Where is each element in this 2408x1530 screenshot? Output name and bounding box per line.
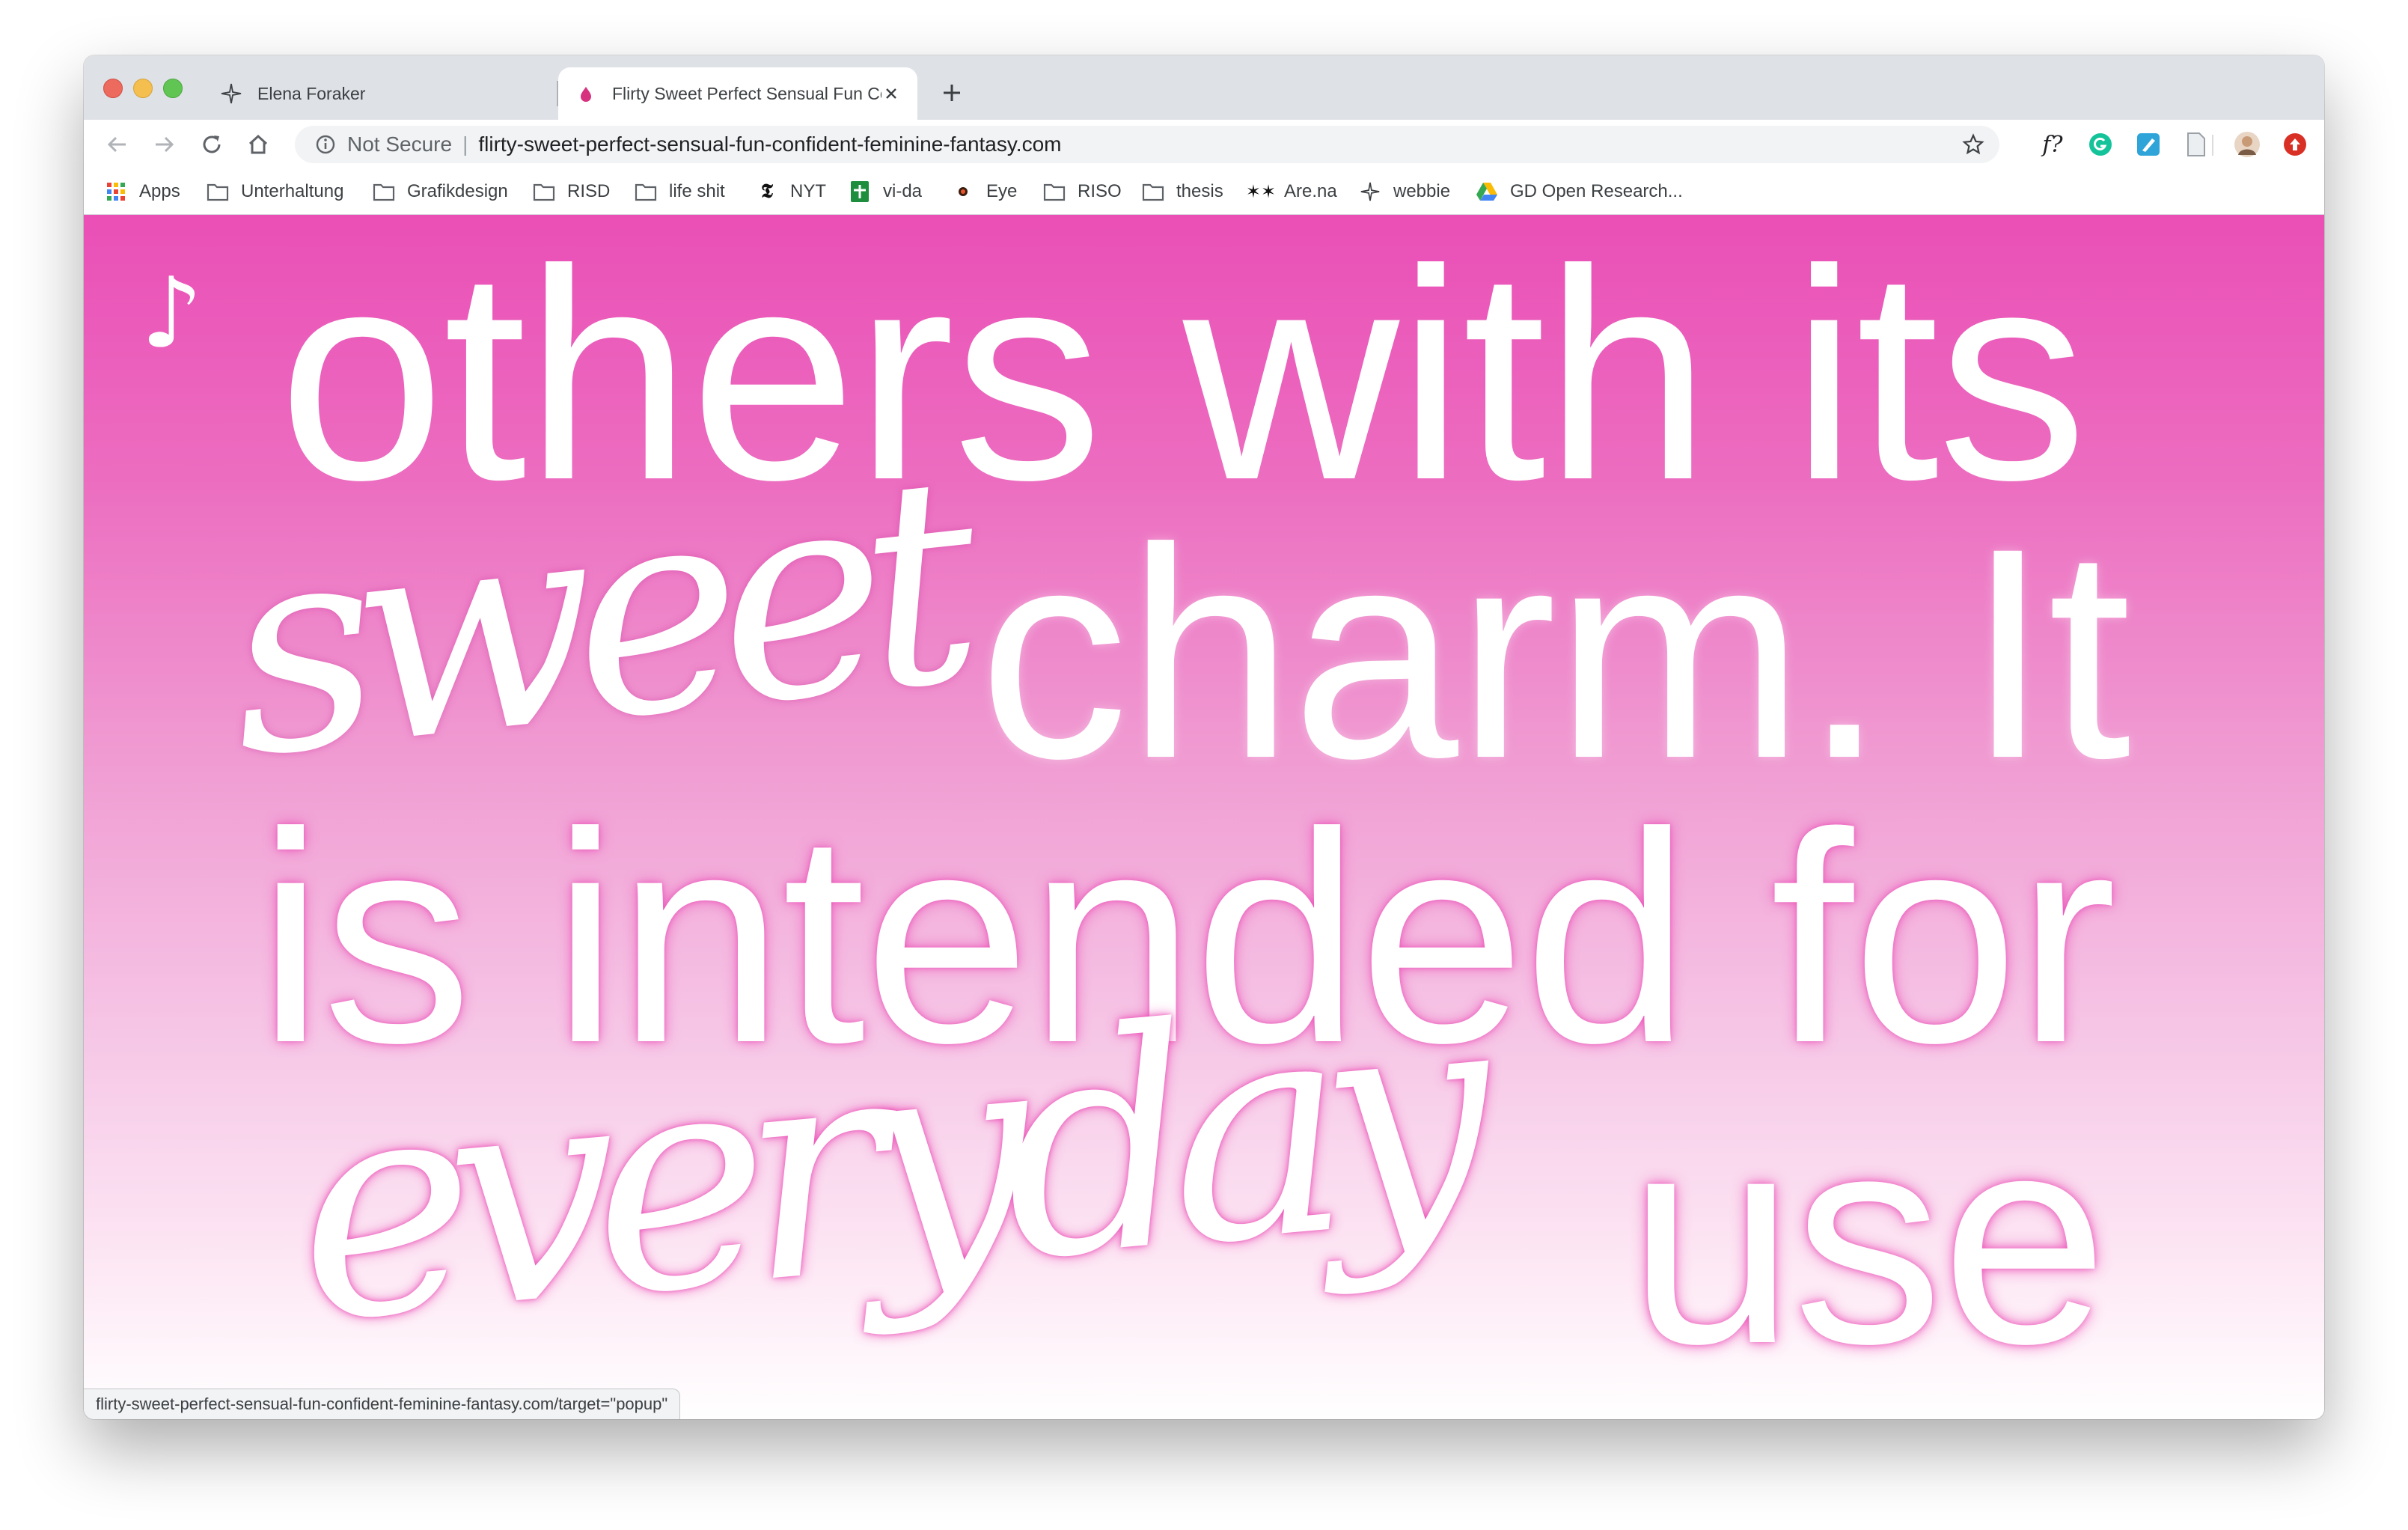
- hero-line-2: charm. It: [979, 486, 2131, 820]
- reload-icon: [203, 135, 221, 153]
- bookmark-riso[interactable]: RISO: [1043, 169, 1122, 214]
- bookmark-label: life shit: [669, 181, 725, 201]
- bookmark-life-shit[interactable]: life shit: [635, 169, 725, 214]
- bookmarks-bar: Apps Unterhaltung Grafikdesign RISD life…: [84, 169, 2324, 215]
- bookmark-are-na[interactable]: ✶✶ Are.na: [1245, 169, 1337, 214]
- close-icon[interactable]: [881, 84, 901, 103]
- arena-icon: ✶✶: [1245, 181, 1277, 202]
- new-tab-button[interactable]: [937, 78, 967, 108]
- security-label: Not Secure: [347, 132, 453, 156]
- bookmark-apps[interactable]: Apps: [105, 169, 180, 214]
- tab-strip: Elena Foraker Flirty Sweet Perfect Sensu…: [84, 55, 2324, 120]
- toolbar: Not Secure | flirty-sweet-perfect-sensua…: [84, 120, 2324, 169]
- folder-icon: [1043, 180, 1066, 203]
- status-bar: flirty-sweet-perfect-sensual-fun-confide…: [84, 1389, 681, 1419]
- bookmark-unterhaltung[interactable]: Unterhaltung: [207, 169, 343, 214]
- bookmark-eye[interactable]: Eye: [952, 169, 1017, 214]
- bookmark-gd-open-research[interactable]: GD Open Research...: [1476, 169, 1683, 214]
- url-text[interactable]: flirty-sweet-perfect-sensual-fun-confide…: [478, 132, 1061, 156]
- forward-button[interactable]: [150, 130, 178, 159]
- bookmark-vi-da[interactable]: vi-da: [849, 169, 922, 214]
- tab-flirty-sweet[interactable]: Flirty Sweet Perfect Sensual Fun Confide…: [558, 67, 917, 120]
- bookmark-nyt[interactable]: 𝕿 NYT: [756, 169, 826, 214]
- sparkle-icon: [1359, 180, 1381, 203]
- bookmark-label: thesis: [1176, 181, 1223, 201]
- nyt-icon: 𝕿: [761, 180, 773, 203]
- arrow-left-icon: [107, 136, 126, 153]
- bookmark-label: vi-da: [883, 181, 923, 201]
- window-close-button[interactable]: [103, 79, 123, 98]
- browser-window: Elena Foraker Flirty Sweet Perfect Sensu…: [84, 55, 2324, 1419]
- bookmark-label: NYT: [790, 181, 826, 201]
- folder-icon: [1142, 180, 1164, 203]
- pink-drop-icon: [575, 82, 597, 105]
- tab-title: Flirty Sweet Perfect Sensual Fun Confide…: [612, 83, 881, 103]
- bookmark-label: Eye: [986, 181, 1018, 201]
- google-drive-icon: [1476, 180, 1498, 203]
- info-icon[interactable]: [314, 133, 337, 156]
- omnibox-separator: |: [462, 132, 468, 156]
- bookmark-label: RISO: [1078, 181, 1122, 201]
- update-icon[interactable]: [2281, 130, 2309, 159]
- apps-grid-icon: [105, 180, 127, 203]
- bookmark-label: RISD: [567, 181, 611, 201]
- eye-dot-icon: [952, 180, 974, 203]
- profile-avatar[interactable]: [2233, 130, 2261, 159]
- folder-icon: [635, 180, 657, 203]
- bookmark-grafikdesign[interactable]: Grafikdesign: [373, 169, 508, 214]
- folder-icon: [533, 180, 555, 203]
- bookmark-thesis[interactable]: thesis: [1142, 169, 1223, 214]
- toolbar-separator: [2212, 135, 2213, 156]
- hero-script-word-1[interactable]: sweet: [213, 415, 972, 821]
- bookmark-webbie[interactable]: webbie: [1359, 169, 1450, 214]
- reload-button[interactable]: [198, 130, 226, 159]
- document-extension-icon[interactable]: [2182, 130, 2210, 159]
- sparkle-icon: [220, 82, 242, 105]
- green-sheet-icon: [849, 180, 871, 203]
- bookmark-label: GD Open Research...: [1510, 181, 1683, 201]
- hero-typography: ♪ others with its sweet charm. It is int…: [84, 215, 2324, 1419]
- bookmark-label: webbie: [1393, 181, 1451, 201]
- grammarly-icon[interactable]: [2086, 130, 2115, 159]
- bookmark-label: Apps: [139, 181, 180, 201]
- home-button[interactable]: [244, 130, 272, 159]
- back-button[interactable]: [103, 130, 132, 159]
- window-minimize-button[interactable]: [133, 79, 153, 98]
- plus-icon: [944, 85, 960, 101]
- window-maximize-button[interactable]: [163, 79, 183, 98]
- home-icon: [248, 134, 268, 154]
- pen-extension-icon[interactable]: [2134, 130, 2163, 159]
- folder-icon: [373, 180, 395, 203]
- music-note-icon[interactable]: ♪: [141, 264, 203, 362]
- arrow-right-icon: [156, 136, 174, 153]
- bookmark-label: Are.na: [1284, 181, 1337, 201]
- address-bar[interactable]: Not Secure | flirty-sweet-perfect-sensua…: [295, 126, 1999, 163]
- bookmark-risd[interactable]: RISD: [533, 169, 610, 214]
- font-extension-button[interactable]: f?: [2038, 130, 2067, 159]
- page-viewport: ♪ others with its sweet charm. It is int…: [84, 215, 2324, 1419]
- bookmark-label: Unterhaltung: [241, 181, 344, 201]
- bookmark-label: Grafikdesign: [407, 181, 508, 201]
- hero-line-4: use: [1628, 1071, 2108, 1406]
- folder-icon: [207, 180, 229, 203]
- bookmark-star-icon[interactable]: [1962, 133, 1984, 156]
